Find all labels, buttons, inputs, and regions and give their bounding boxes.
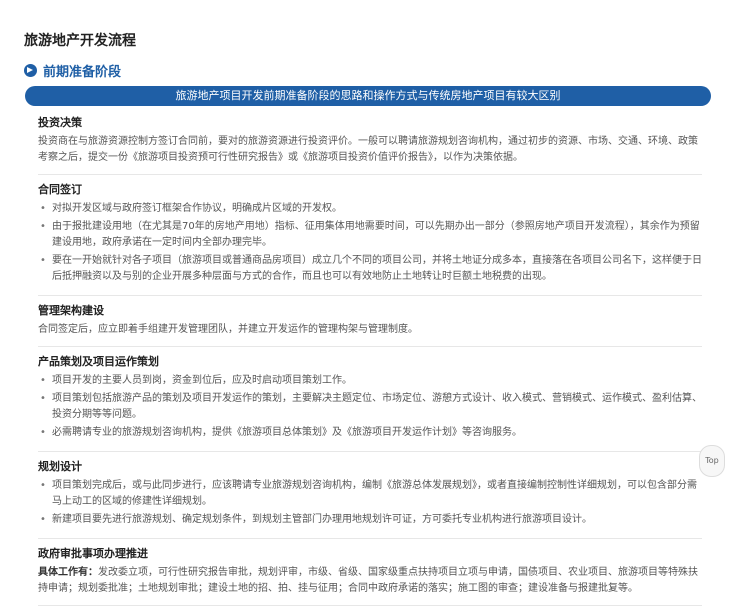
block-title: 产品策划及项目运作策划: [38, 355, 159, 368]
list-item: 要在一开始就针对各子项目（旅游项目或普通商品房项目）成立几个不同的项目公司，并将…: [38, 253, 702, 285]
block-investment: 投资决策 投资商在与旅游资源控制方签订合同前，要对的旅游资源进行投资评价。一般可…: [38, 108, 702, 175]
block-title: 规划设计: [38, 460, 82, 473]
block-planning: 产品策划及项目运作策划 项目开发的主要人员到岗，资金到位后，应及时启动项目策划工…: [38, 347, 702, 452]
list-item: 新建项目要先进行旅游规划、确定规划条件，到规划主管部门办理用地规划许可证，方可委…: [38, 512, 702, 528]
bullet-list: 项目开发的主要人员到岗，资金到位后，应及时启动项目策划工作。 项目策划包括旅游产…: [38, 373, 702, 441]
list-item: 项目开发的主要人员到岗，资金到位后，应及时启动项目策划工作。: [38, 373, 702, 389]
bullet-list: 项目策划完成后，或与此同步进行，应该聘请专业旅游规划咨询机构，编制《旅游总体发展…: [38, 478, 702, 528]
block-title: 投资决策: [38, 116, 82, 129]
arrow-right-icon: [24, 63, 37, 77]
bullet-list: 对拟开发区域与政府签订框架合作协议，明确成片区域的开发权。 由于报批建设用地（在…: [38, 201, 702, 285]
block-contract: 合同签订 对拟开发区域与政府签订框架合作协议，明确成片区域的开发权。 由于报批建…: [38, 175, 702, 296]
banner: 旅游地产项目开发前期准备阶段的思路和操作方式与传统房地产项目有较大区别: [25, 86, 711, 106]
block-government: 政府审批事项办理推进 具体工作有：发改委立项，可行性研究报告审批，规划评审，市级…: [38, 539, 702, 606]
list-item: 必需聘请专业的旅游规划咨询机构，提供《旅游项目总体策划》及《旅游项目开发运作计划…: [38, 425, 702, 441]
list-item: 由于报批建设用地（在尤其是70年的房地产用地）指标、征用集体用地需要时间，可以先…: [38, 219, 702, 251]
section-header: 前期准备阶段: [24, 60, 121, 80]
page-title: 旅游地产开发流程: [24, 33, 136, 49]
block-management: 管理架构建设 合同签定后，应立即着手组建开发管理团队，并建立开发运作的管理构架与…: [38, 296, 702, 347]
section-title: 前期准备阶段: [43, 64, 122, 80]
block-design: 规划设计 项目策划完成后，或与此同步进行，应该聘请专业旅游规划咨询机构，编制《旅…: [38, 452, 702, 539]
list-item: 项目策划包括旅游产品的策划及项目开发运作的策划，主要解决主题定位、市场定位、游憩…: [38, 391, 702, 423]
paragraph-body: 发改委立项，可行性研究报告审批，规划评审，市级、省级、国家级重点扶持项目立项与申…: [38, 567, 698, 594]
content-area: 投资决策 投资商在与旅游资源控制方签订合同前，要对的旅游资源进行投资评价。一般可…: [38, 108, 702, 606]
list-item: 对拟开发区域与政府签订框架合作协议，明确成片区域的开发权。: [38, 201, 702, 217]
block-paragraph: 具体工作有：发改委立项，可行性研究报告审批，规划评审，市级、省级、国家级重点扶持…: [38, 565, 702, 597]
block-title: 政府审批事项办理推进: [38, 547, 148, 560]
block-paragraph: 合同签定后，应立即着手组建开发管理团队，并建立开发运作的管理构架与管理制度。: [38, 324, 418, 335]
block-title: 管理架构建设: [38, 304, 104, 317]
back-to-top-button[interactable]: Top: [699, 445, 725, 477]
lead-label: 具体工作有：: [38, 567, 98, 578]
block-paragraph: 投资商在与旅游资源控制方签订合同前，要对的旅游资源进行投资评价。一般可以聘请旅游…: [38, 136, 698, 163]
list-item: 项目策划完成后，或与此同步进行，应该聘请专业旅游规划咨询机构，编制《旅游总体发展…: [38, 478, 702, 510]
block-title: 合同签订: [38, 183, 82, 196]
